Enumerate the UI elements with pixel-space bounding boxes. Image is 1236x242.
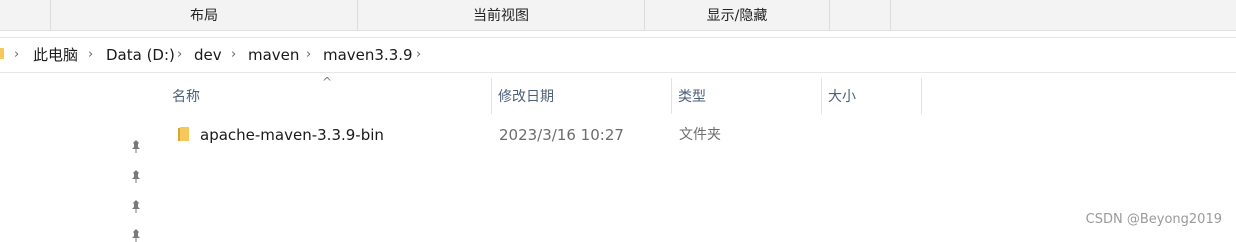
- column-header-label: 大小: [828, 89, 856, 105]
- breadcrumb-item[interactable]: 此电脑: [33, 46, 78, 64]
- ribbon-group-label: 当前视图: [473, 8, 529, 24]
- column-header-size[interactable]: 大小: [822, 78, 922, 114]
- chevron-right-icon[interactable]: ›: [177, 47, 182, 63]
- folder-icon: [0, 48, 4, 59]
- ribbon-group-empty: [829, 0, 891, 30]
- ribbon-group-labels: 布局 当前视图 显示/隐藏: [0, 0, 1236, 31]
- chevron-right-icon[interactable]: ›: [88, 47, 93, 63]
- folder-icon: [178, 127, 189, 141]
- ribbon-group-label: 显示/隐藏: [706, 8, 768, 24]
- chevron-right-icon[interactable]: ›: [14, 47, 19, 63]
- file-list-row[interactable]: apache-maven-3.3.9-bin 2023/3/16 10:27 文…: [160, 121, 940, 149]
- pin-icon[interactable]: [130, 169, 142, 183]
- column-header-name[interactable]: 名称: [166, 78, 492, 114]
- file-name[interactable]: apache-maven-3.3.9-bin: [200, 126, 384, 144]
- ribbon-group-current-view[interactable]: 当前视图: [357, 0, 644, 30]
- ribbon-group-layout[interactable]: 布局: [50, 0, 357, 30]
- ribbon-group-show-hide[interactable]: 显示/隐藏: [644, 0, 829, 30]
- breadcrumb-item[interactable]: maven3.3.9: [323, 46, 413, 64]
- file-type: 文件夹: [679, 127, 721, 143]
- pin-icon[interactable]: [130, 139, 142, 153]
- ribbon-group-label: 布局: [190, 8, 218, 24]
- chevron-right-icon[interactable]: ›: [306, 47, 311, 63]
- column-header-label: 修改日期: [498, 89, 554, 105]
- chevron-right-icon[interactable]: ›: [231, 47, 236, 63]
- column-header-type[interactable]: 类型: [672, 78, 822, 114]
- chevron-right-icon[interactable]: ›: [416, 47, 421, 63]
- column-header-modified[interactable]: 修改日期: [492, 78, 672, 114]
- watermark-text: CSDN @Beyong2019: [1085, 212, 1222, 227]
- breadcrumb-item[interactable]: Data (D:): [106, 46, 175, 64]
- column-header-label: 类型: [678, 89, 706, 105]
- breadcrumb-item[interactable]: maven: [248, 46, 299, 64]
- pin-icon[interactable]: [130, 199, 142, 213]
- breadcrumb-item[interactable]: dev: [194, 46, 222, 64]
- file-modified-date: 2023/3/16 10:27: [499, 126, 624, 144]
- address-bar[interactable]: › 此电脑 › Data (D:) › dev › maven › maven3…: [0, 37, 1236, 73]
- column-header-label: 名称: [172, 89, 200, 105]
